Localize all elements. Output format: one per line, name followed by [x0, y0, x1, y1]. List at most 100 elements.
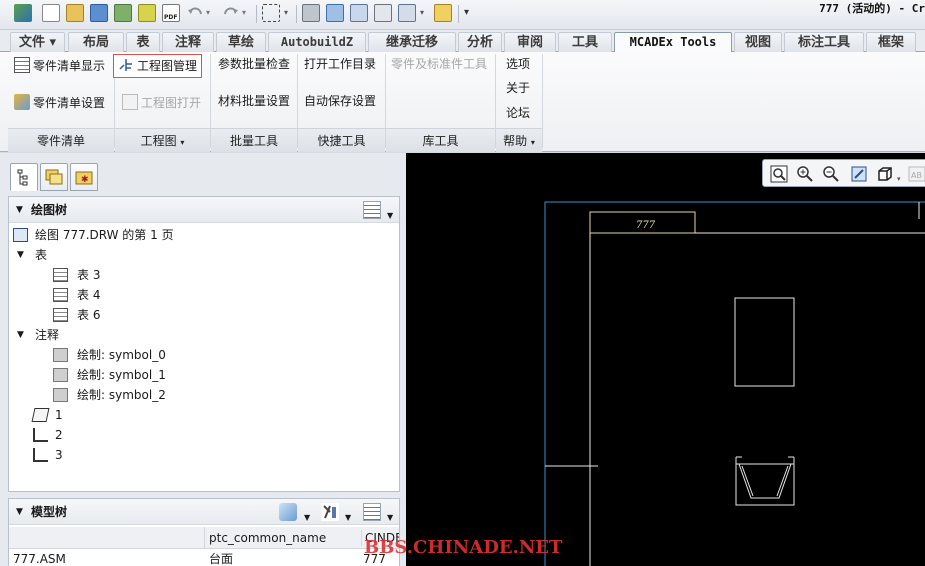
undo-dropdown-icon[interactable]: ▾ [206, 4, 216, 22]
refit-icon[interactable] [769, 164, 789, 184]
options-button[interactable]: 选项 [506, 53, 530, 75]
export-icon[interactable] [138, 4, 156, 22]
window-switch-icon[interactable] [398, 4, 416, 22]
save-copy-icon[interactable] [114, 4, 132, 22]
view-item-label: 3 [55, 448, 63, 462]
tools-button[interactable] [321, 503, 339, 521]
drawing-manage-icon [118, 57, 134, 73]
print-icon[interactable] [302, 4, 320, 22]
autosave-settings-button[interactable]: 自动保存设置 [304, 90, 376, 112]
tree-settings-button[interactable] [363, 201, 381, 219]
model-tree-header[interactable]: ▼ 模型树 ▼ ▼ ▼ [9, 499, 399, 525]
zoom-out-icon[interactable] [821, 164, 841, 184]
about-button[interactable]: 关于 [506, 77, 530, 99]
drawing-tree-header[interactable]: ▼ 绘图树 ▼ [9, 197, 399, 223]
folders-icon [45, 169, 63, 185]
tab-view[interactable]: 视图 [734, 32, 782, 52]
folder-icon[interactable] [434, 4, 452, 22]
regenerate-icon[interactable] [326, 4, 344, 22]
tab-autobuildz[interactable]: AutobuildZ [268, 32, 366, 52]
windows-icon[interactable] [374, 4, 392, 22]
window-dropdown-icon[interactable]: ▾ [420, 4, 430, 22]
new-file-icon[interactable] [42, 4, 60, 22]
display-dropdown-icon[interactable]: ▾ [897, 164, 905, 184]
table-icon[interactable] [350, 4, 368, 22]
toolbar-separator [296, 5, 297, 23]
open-folder-icon[interactable] [66, 4, 84, 22]
projection-view-icon [33, 448, 48, 462]
tab-folder-browser[interactable] [40, 163, 68, 191]
tree-settings-button[interactable] [363, 503, 381, 521]
parts-list-show-label: 零件清单显示 [33, 59, 106, 73]
chevron-down-icon: ▾ [180, 138, 185, 147]
tab-file[interactable]: 文件 ▾ [10, 32, 65, 52]
group-label-drawing[interactable]: 工程图 ▾ [115, 128, 210, 152]
tab-tools[interactable]: 工具 [558, 32, 612, 52]
tab-model-tree[interactable] [10, 163, 38, 191]
select-box-icon[interactable] [262, 4, 280, 22]
parts-list-settings-button[interactable]: 零件清单设置 [14, 92, 105, 114]
annotation-display-icon[interactable]: AB [907, 164, 925, 184]
table-icon [53, 268, 68, 282]
display-style-icon[interactable] [875, 164, 895, 184]
pdf-icon[interactable]: PDF [162, 4, 180, 22]
model-tree-panel: ▼模型树 ▼ ▼ ▼ ptc_common_name CINDEX 777.AS… [8, 498, 400, 566]
tab-table[interactable]: 表 [126, 32, 160, 52]
drawing-manage-button[interactable]: 工程图管理 [113, 54, 203, 78]
redo-dropdown-icon[interactable]: ▾ [242, 4, 252, 22]
graphics-window[interactable]: 777 ▾ AB [406, 153, 925, 566]
forum-button[interactable]: 论坛 [506, 102, 530, 124]
bracket-view [735, 456, 795, 506]
drawing-open-button[interactable]: 工程图打开 [122, 92, 201, 114]
row-common-name: 台面 [209, 552, 234, 566]
svg-text:PDF: PDF [164, 14, 177, 21]
tab-label: 文件 [18, 35, 45, 50]
open-work-dir-button[interactable]: 打开工作目录 [304, 53, 376, 75]
expand-icon[interactable]: ▼ [17, 245, 24, 265]
customize-dropdown-icon[interactable]: ▾ [464, 4, 474, 22]
select-dropdown-icon[interactable]: ▾ [284, 4, 294, 22]
param-batch-check-button[interactable]: 参数批量检查 [218, 53, 290, 75]
row-name: 777.ASM [13, 552, 66, 566]
repaint-icon[interactable] [849, 164, 869, 184]
symbol-warning-icon [53, 368, 68, 382]
material-batch-settings-button[interactable]: 材料批量设置 [218, 90, 290, 112]
title-tag-text: 777 [636, 220, 656, 231]
tab-dimension-tools[interactable]: 标注工具 [784, 32, 864, 52]
parts-std-tool-button[interactable]: 零件及标准件工具 [391, 53, 487, 75]
toolbar-separator [458, 5, 459, 23]
collapse-icon[interactable]: ▼ [16, 197, 23, 223]
expand-icon[interactable]: ▼ [17, 325, 24, 345]
model-tree-title: 模型树 [31, 505, 68, 519]
show-button[interactable] [279, 503, 297, 521]
parts-list-show-button[interactable]: 零件清单显示 [14, 55, 105, 77]
redo-icon[interactable] [222, 4, 240, 22]
tab-analysis[interactable]: 分析 [458, 32, 502, 52]
chevron-down-icon[interactable]: ▼ [387, 203, 393, 229]
tab-frame[interactable]: 框架 [866, 32, 916, 52]
table-row[interactable]: 777.ASM 台面 777 [13, 549, 399, 566]
tab-layout[interactable]: 布局 [68, 32, 124, 52]
svg-text:✱: ✱ [81, 175, 89, 185]
zoom-in-icon[interactable] [795, 164, 815, 184]
quick-access-toolbar: PDF ▾ ▾ ▾ ▾ ▾ 777 (活动的) - Cr [0, 0, 925, 30]
tree-icon [17, 169, 28, 186]
column-header-common-name[interactable]: ptc_common_name [209, 530, 359, 546]
tab-legacy-migration[interactable]: 继承迁移 [368, 32, 456, 52]
tab-mcadex-tools[interactable]: MCADEx Tools [614, 32, 732, 53]
app-icon[interactable] [14, 4, 32, 22]
drawing-canvas[interactable]: 777 [406, 153, 925, 566]
undo-icon[interactable] [186, 4, 204, 22]
tab-sketch[interactable]: 草绘 [216, 32, 266, 52]
tab-favorites[interactable]: ✱ [70, 163, 98, 191]
tab-annotate[interactable]: 注释 [162, 32, 214, 52]
group-label-help[interactable]: 帮助 ▾ [496, 128, 542, 152]
svg-text:AB: AB [911, 171, 922, 180]
tables-node-label: 表 [35, 248, 48, 262]
ribbon-tab-bar: 文件 ▾ 布局 表 注释 草绘 AutobuildZ 继承迁移 分析 审阅 工具… [0, 30, 925, 53]
save-icon[interactable] [90, 4, 108, 22]
note-item-label: 绘制: symbol_2 [77, 388, 166, 402]
column-header-name[interactable] [9, 527, 205, 549]
tab-review[interactable]: 审阅 [504, 32, 556, 52]
collapse-icon[interactable]: ▼ [16, 499, 23, 525]
